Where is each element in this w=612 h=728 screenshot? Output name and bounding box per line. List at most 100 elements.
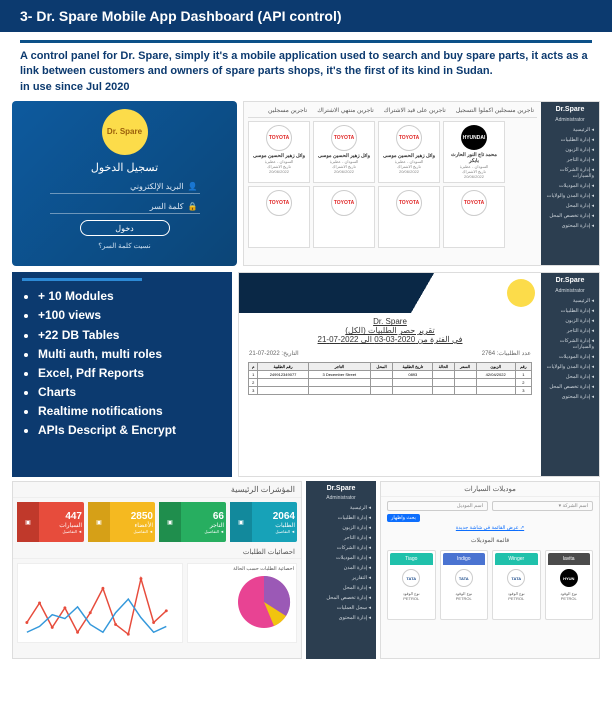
- sidebar-item[interactable]: ◂ إدارة تخصص المحل: [543, 211, 597, 221]
- page-header: 3- Dr. Spare Mobile App Dashboard (API c…: [0, 0, 612, 32]
- password-field[interactable]: كلمة السر🔒: [50, 200, 200, 214]
- sidebar-item[interactable]: ◂ إدارة المحل: [308, 583, 374, 593]
- toyota-icon: TOYOTA: [396, 125, 422, 151]
- email-field[interactable]: البريد الإلكتروني👤: [50, 180, 200, 194]
- sidebar-item[interactable]: ◂ الرئيسية: [308, 503, 374, 513]
- model-card[interactable]: TiagoTATAنوع الوقودPETROL: [387, 550, 436, 620]
- brand-label: Dr.Spare: [543, 106, 597, 113]
- sidebar-item[interactable]: ◂ إدارة الشركات والسيارات: [543, 336, 597, 352]
- page-description: A control panel for Dr. Spare, simply it…: [0, 49, 612, 101]
- table-row: 12499123490773 December Street089342/04/…: [249, 371, 532, 379]
- stat-card[interactable]: ▣2850الأعضاءالتفاصيل ◄: [88, 502, 155, 542]
- tab-item[interactable]: تاجرين على قيد الاشتراك: [381, 106, 449, 115]
- lock-icon: 🔒: [188, 202, 198, 211]
- tab-item[interactable]: تاجرين منتهي الاشتراك: [314, 106, 377, 115]
- stat-card[interactable]: ▣2064الطلباتالتفاصيل ◄: [230, 502, 297, 542]
- sidebar-item[interactable]: ◂ إدارة المدن والولايات: [543, 362, 597, 372]
- sidebar-item[interactable]: ◂ إدارة التاجر: [308, 533, 374, 543]
- toyota-icon: TOYOTA: [331, 125, 357, 151]
- report-sidebar: Dr.Spare Administrator ◂ الرئيسية◂ إدارة…: [541, 273, 599, 476]
- sidebar-item[interactable]: ◂ إدارة الموديلات: [543, 352, 597, 362]
- trader-card[interactable]: TOYOTAوائل زهير الحسين موسىالسودان - عطب…: [248, 121, 310, 183]
- sidebar-item[interactable]: ◂ إدارة الموديلات: [543, 181, 597, 191]
- header-divider: [20, 40, 592, 43]
- model-card[interactable]: lavitaHYUNنوع الوقودPETROL: [545, 550, 594, 620]
- hyundai-icon: HYUNDAI: [461, 125, 487, 150]
- report-title2: تقرير حصر الطلبيات (الكل): [243, 326, 537, 335]
- sidebar-item[interactable]: ◂ إدارة المحتوى: [308, 613, 374, 623]
- search-button[interactable]: بحث واظهار: [387, 514, 420, 522]
- tata-icon: TATA: [402, 569, 420, 587]
- sidebar-item[interactable]: ◂ إدارة الشركات والسيارات: [543, 165, 597, 181]
- sidebar-item[interactable]: ◂ إدارة الزبون: [543, 145, 597, 155]
- sidebar-item[interactable]: ◂ الرئيسية: [543, 296, 597, 306]
- feature-item: + 10 Modules: [38, 287, 222, 306]
- sidebar-item[interactable]: ◂ إدارة المحتوى: [543, 392, 597, 402]
- tabs-row: تاجرين مسجلين اكملوا التسجيل تاجرين على …: [248, 106, 537, 118]
- sidebar-item[interactable]: ◂ إدارة التاجر: [543, 326, 597, 336]
- sidebar-item[interactable]: ◂ إدارة المدن والولايات: [543, 191, 597, 201]
- report-header: [239, 273, 541, 313]
- sidebar-item[interactable]: ◂ إدارة الزبون: [308, 523, 374, 533]
- forgot-link[interactable]: نسيت كلمة السر؟: [98, 242, 150, 250]
- trader-card[interactable]: TOYOTA: [313, 186, 375, 248]
- list-title: قائمة الموديلات: [381, 535, 599, 546]
- sidebar-item[interactable]: ◂ إدارة المحل: [543, 372, 597, 382]
- sidebar-item[interactable]: ◂ إدارة المحل: [543, 201, 597, 211]
- hyun-icon: HYUN: [560, 569, 578, 587]
- report-title1: Dr. Spare: [243, 317, 537, 326]
- toyota-icon: TOYOTA: [331, 190, 357, 216]
- sidebar-item[interactable]: ◂ إدارة التاجر: [543, 155, 597, 165]
- report-logo: [507, 279, 535, 307]
- model-card[interactable]: IndigoTATAنوع الوقودPETROL: [440, 550, 489, 620]
- sidebar-item[interactable]: ◂ إدارة الموديلات: [308, 553, 374, 563]
- features-panel: + 10 Modules+100 views+22 DB TablesMulti…: [12, 272, 232, 477]
- report-title3: في الفترة من 2020-03-03 الى 2022-07-21: [243, 335, 537, 344]
- user-icon: 👤: [188, 182, 198, 191]
- stat-icon: ▣: [159, 502, 181, 542]
- login-button[interactable]: دخول: [80, 220, 170, 236]
- page-title: 3- Dr. Spare Mobile App Dashboard (API c…: [20, 8, 592, 24]
- trader-card[interactable]: TOYOTA: [443, 186, 505, 248]
- sidebar-item[interactable]: ◂ الرئيسية: [543, 125, 597, 135]
- trader-card[interactable]: HYUNDAIمحمد تاج النور الحارث بابكرالسودا…: [443, 121, 505, 183]
- models-screenshot: موديلات السيارات اسم الشركة ▾ اسم المودي…: [380, 481, 600, 659]
- sidebar-item[interactable]: ◂ إدارة المدن: [308, 563, 374, 573]
- model-card[interactable]: WingerTATAنوع الوقودPETROL: [492, 550, 541, 620]
- trader-card[interactable]: TOYOTA: [248, 186, 310, 248]
- open-new-link[interactable]: عرض القائمة في شاشة جديدة ↗: [381, 523, 599, 535]
- stats-screenshot: المؤشرات الرئيسية ▣447السياراتالتفاصيل ◄…: [12, 481, 302, 659]
- sidebar-item[interactable]: ◂ إدارة تخصص المحل: [543, 382, 597, 392]
- trader-card[interactable]: TOYOTAوائل زهير الحسين موسىالسودان - عطب…: [313, 121, 375, 183]
- line-chart: [17, 563, 183, 643]
- tab-item[interactable]: تاجرين مسجلين: [265, 106, 310, 115]
- stat-card[interactable]: ▣447السياراتالتفاصيل ◄: [17, 502, 84, 542]
- sidebar-item[interactable]: ◂ التقارير: [308, 573, 374, 583]
- table-row: 33: [249, 387, 532, 395]
- sidebar: Dr.Spare Administrator ◂ الرئيسية◂ إدارة…: [541, 102, 599, 265]
- table-row: 22: [249, 379, 532, 387]
- sidebar-item[interactable]: ◂ إدارة الطلبيات: [543, 135, 597, 145]
- admin-sidebar: Dr.Spare Administrator ◂ الرئيسية◂ إدارة…: [306, 481, 376, 659]
- sidebar-item[interactable]: ◂ إدارة الزبون: [543, 316, 597, 326]
- feature-item: Charts: [38, 383, 222, 402]
- model-search[interactable]: اسم الموديل: [387, 501, 488, 511]
- report-count: عدد الطلبيات: 2764: [482, 350, 531, 357]
- feature-item: +100 views: [38, 306, 222, 325]
- sidebar-item[interactable]: ◂ إدارة المحتوى: [543, 221, 597, 231]
- brand-select[interactable]: اسم الشركة ▾: [492, 501, 593, 511]
- sidebar-item[interactable]: ◂ سجل العمليات: [308, 603, 374, 613]
- toyota-icon: TOYOTA: [266, 125, 292, 151]
- report-table: مرقم الطلبيةالتاجرالمحلتاريخ الطلبيةالحا…: [248, 362, 532, 395]
- trader-card[interactable]: TOYOTAوائل زهير الحسين موسىالسودان - عطب…: [378, 121, 440, 183]
- stat-card[interactable]: ▣66التاجرالتفاصيل ◄: [159, 502, 226, 542]
- models-title: موديلات السيارات: [381, 482, 599, 497]
- accent-bar: [22, 278, 142, 281]
- sidebar-item[interactable]: ◂ إدارة الطلبيات: [543, 306, 597, 316]
- sidebar-item[interactable]: ◂ إدارة الطلبيات: [308, 513, 374, 523]
- sidebar-item[interactable]: ◂ إدارة تخصص المحل: [308, 593, 374, 603]
- trader-card[interactable]: TOYOTA: [378, 186, 440, 248]
- tab-item[interactable]: تاجرين مسجلين اكملوا التسجيل: [453, 106, 537, 115]
- sidebar-item[interactable]: ◂ إدارة الشركات: [308, 543, 374, 553]
- feature-item: Realtime notifications: [38, 402, 222, 421]
